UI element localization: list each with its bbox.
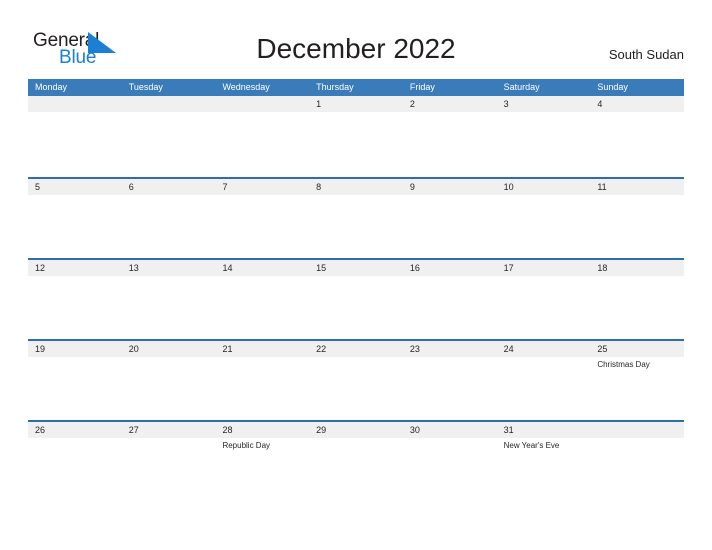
calendar-day-cell[interactable]: 8 — [309, 179, 403, 258]
calendar-week-row: 12 13 14 15 16 17 18 — [28, 258, 684, 339]
weekday-monday: Monday — [35, 82, 68, 92]
day-number: 3 — [503, 99, 509, 109]
holiday-label: Republic Day — [222, 441, 271, 450]
day-number: 1 — [316, 99, 322, 109]
day-number: 9 — [409, 182, 415, 192]
page-title: December 2022 — [256, 33, 456, 64]
day-number: 11 — [597, 182, 607, 192]
day-number: 4 — [597, 99, 603, 109]
calendar-day-cell[interactable]: 13 — [122, 260, 216, 339]
calendar-day-cell[interactable]: 31 New Year's Eve — [497, 422, 591, 501]
holiday-label: Christmas Day — [597, 360, 650, 369]
weekday-saturday: Saturday — [503, 82, 540, 92]
calendar-day-cell[interactable]: 30 — [403, 422, 497, 501]
day-number: 21 — [222, 344, 233, 354]
weekday-tuesday: Tuesday — [128, 82, 163, 92]
day-number: 20 — [128, 344, 139, 354]
day-events: Republic Day — [222, 438, 305, 451]
day-number: 10 — [503, 182, 514, 192]
day-number: 15 — [316, 263, 327, 273]
day-number: 5 — [35, 182, 41, 192]
calendar-day-cell[interactable]: 12 — [28, 260, 122, 339]
day-number: 25 — [597, 344, 608, 354]
calendar-day-cell[interactable]: 16 — [403, 260, 497, 339]
calendar-day-cell[interactable]: 1 — [309, 96, 403, 177]
day-number: 24 — [503, 344, 514, 354]
day-events: New Year's Eve — [504, 438, 587, 451]
day-number: 12 — [35, 263, 46, 273]
weekday-thursday: Thursday — [316, 82, 354, 92]
calendar-day-cell[interactable]: 26 — [28, 422, 122, 501]
day-number: 23 — [409, 344, 420, 354]
calendar-day-cell[interactable]: 19 — [28, 341, 122, 420]
calendar-day-cell[interactable]: 23 — [403, 341, 497, 420]
calendar-day-cell[interactable]: 7 — [215, 179, 309, 258]
day-number: 31 — [503, 425, 514, 435]
weekday-friday: Friday — [409, 82, 435, 92]
weekday-wednesday: Wednesday — [222, 82, 270, 92]
calendar-day-cell[interactable]: 18 — [590, 260, 684, 339]
calendar-day-cell[interactable]: 21 — [215, 341, 309, 420]
day-number: 22 — [316, 344, 327, 354]
day-number: 29 — [316, 425, 327, 435]
calendar-day-cell[interactable]: 14 — [215, 260, 309, 339]
calendar-day-cell[interactable]: 10 — [497, 179, 591, 258]
calendar-day-cell[interactable]: 28 Republic Day — [215, 422, 309, 501]
calendar-day-cell-empty — [215, 96, 309, 177]
day-number: 28 — [222, 425, 233, 435]
day-number: 27 — [128, 425, 139, 435]
holiday-label: New Year's Eve — [503, 441, 560, 450]
weekday-header-row: Monday Tuesday Wednesday Thursday Friday… — [28, 79, 684, 96]
calendar-page: General Blue December 2022 South Sudan M… — [0, 0, 712, 550]
calendar-week-row: 1 2 3 4 — [28, 96, 684, 177]
calendar-day-cell[interactable]: 20 — [122, 341, 216, 420]
calendar-week-row: 5 6 7 8 9 10 11 — [28, 177, 684, 258]
calendar-day-cell[interactable]: 29 — [309, 422, 403, 501]
calendar-week-row: 19 20 21 22 23 24 25 Christmas Day — [28, 339, 684, 420]
day-number: 13 — [128, 263, 139, 273]
calendar-day-cell[interactable]: 17 — [497, 260, 591, 339]
calendar-day-cell[interactable]: 4 — [590, 96, 684, 177]
day-number: 19 — [35, 344, 46, 354]
calendar-day-cell[interactable]: 15 — [309, 260, 403, 339]
calendar-day-cell[interactable]: 24 — [497, 341, 591, 420]
calendar-day-cell[interactable]: 6 — [122, 179, 216, 258]
calendar-day-cell[interactable]: 25 Christmas Day — [590, 341, 684, 420]
calendar-day-cell-empty — [28, 96, 122, 177]
calendar-day-cell[interactable]: 2 — [403, 96, 497, 177]
calendar-weeks: 1 2 3 4 5 6 7 8 9 10 11 12 13 14 15 16 17 18 19 20 21 22 23 24 2… — [28, 96, 684, 501]
country-label: South Sudan — [608, 47, 684, 62]
day-number: 18 — [597, 263, 608, 273]
calendar-grid: Monday Tuesday Wednesday Thursday Friday… — [28, 79, 684, 501]
calendar-day-cell[interactable]: 5 — [28, 179, 122, 258]
day-number: 2 — [409, 99, 415, 109]
day-number: 6 — [128, 182, 134, 192]
day-events: Christmas Day — [597, 357, 680, 370]
day-number: 26 — [35, 425, 46, 435]
calendar-day-cell[interactable]: 22 — [309, 341, 403, 420]
day-number: 17 — [503, 263, 514, 273]
day-number: 16 — [409, 263, 420, 273]
calendar-day-cell[interactable]: 9 — [403, 179, 497, 258]
day-number: 30 — [409, 425, 420, 435]
calendar-day-cell[interactable]: 11 — [590, 179, 684, 258]
calendar-day-cell-empty — [122, 96, 216, 177]
day-number: 14 — [222, 263, 233, 273]
weekday-sunday: Sunday — [597, 82, 628, 92]
calendar-week-row: 26 27 28 Republic Day 29 30 31 New Year's Eve — [28, 420, 684, 501]
calendar-day-cell-empty — [590, 422, 684, 501]
calendar-day-cell[interactable]: 27 — [122, 422, 216, 501]
day-number: 7 — [222, 182, 228, 192]
calendar-day-cell[interactable]: 3 — [497, 96, 591, 177]
day-number: 8 — [316, 182, 322, 192]
page-header: General Blue December 2022 South Sudan — [0, 0, 712, 79]
